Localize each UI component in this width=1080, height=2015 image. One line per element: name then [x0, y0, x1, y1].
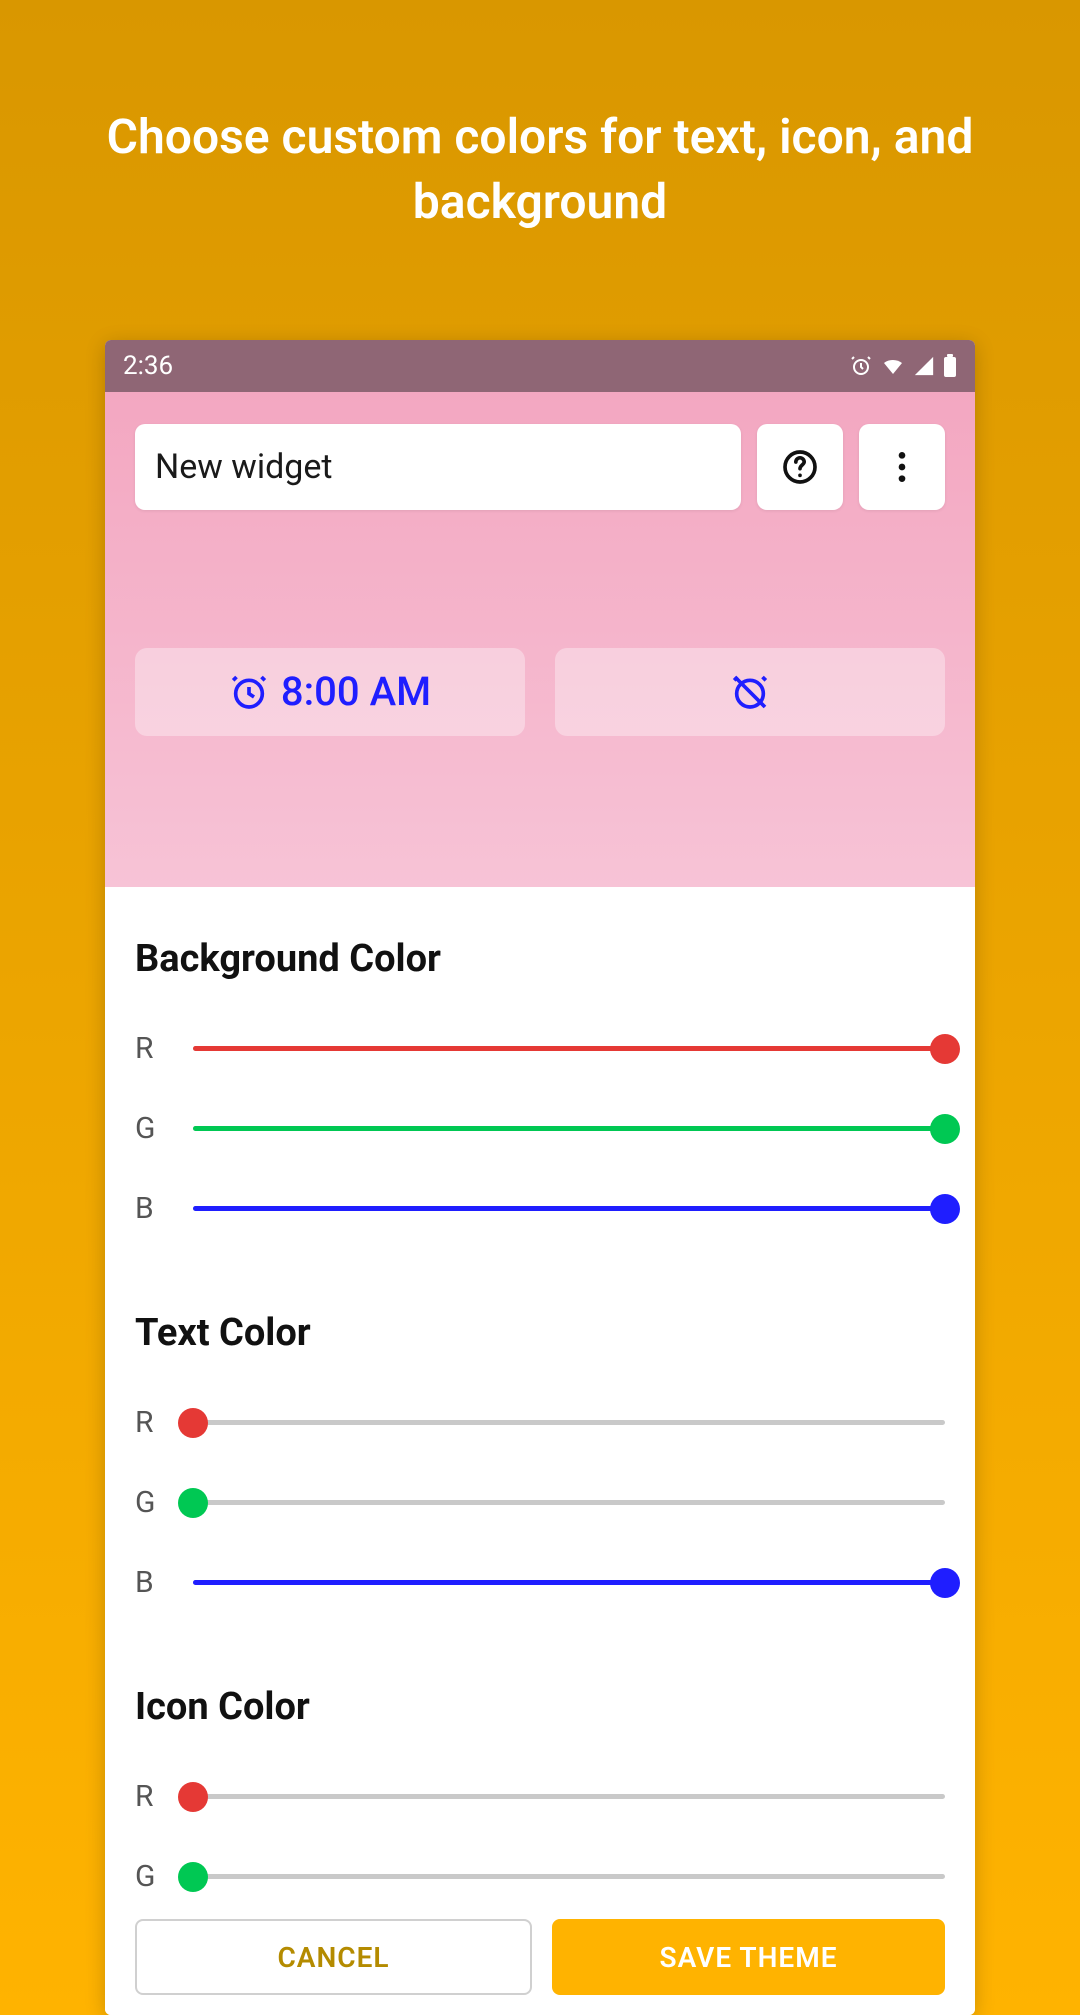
color-slider[interactable] — [193, 1034, 945, 1064]
slider-thumb[interactable] — [930, 1568, 960, 1598]
status-time: 2:36 — [123, 351, 173, 381]
slider-row: G — [135, 1463, 945, 1543]
signal-icon — [913, 355, 935, 377]
color-section: Icon ColorRGB — [135, 1685, 945, 1901]
cancel-button[interactable]: CANCEL — [135, 1919, 532, 1995]
slider-fill — [193, 1206, 945, 1211]
preview-alarm-disabled[interactable] — [555, 648, 945, 736]
color-slider[interactable] — [193, 1408, 945, 1438]
wifi-icon — [881, 354, 905, 378]
slider-thumb[interactable] — [930, 1114, 960, 1144]
save-theme-button[interactable]: SAVE THEME — [552, 1919, 945, 1995]
slider-fill — [193, 1046, 945, 1051]
overflow-button[interactable] — [859, 424, 945, 510]
alarm-icon — [849, 354, 873, 378]
color-section: Text Color R G B — [135, 1311, 945, 1623]
widget-name-input[interactable]: New widget — [135, 424, 741, 510]
status-icons — [849, 354, 957, 378]
slider-label: B — [135, 1191, 159, 1226]
preview-alarm-time: 8:00 AM — [281, 668, 431, 715]
slider-label: R — [135, 1779, 159, 1814]
alarm-off-icon — [730, 672, 770, 712]
slider-label: R — [135, 1405, 159, 1440]
widget-name-value: New widget — [155, 447, 333, 487]
color-slider[interactable] — [193, 1782, 945, 1812]
slider-fill — [193, 1580, 945, 1585]
more-vertical-icon — [882, 447, 922, 487]
color-slider[interactable] — [193, 1862, 945, 1892]
slider-fill — [193, 1126, 945, 1131]
slider-track — [193, 1500, 945, 1505]
status-bar: 2:36 — [105, 340, 975, 392]
section-title: Text Color — [135, 1311, 945, 1355]
slider-row: B — [135, 1543, 945, 1623]
slider-row: R — [135, 1009, 945, 1089]
slider-thumb[interactable] — [178, 1408, 208, 1438]
top-controls: New widget — [135, 424, 945, 510]
slider-label: G — [135, 1111, 159, 1146]
slider-track — [193, 1420, 945, 1425]
slider-thumb[interactable] — [178, 1862, 208, 1892]
color-slider[interactable] — [193, 1488, 945, 1518]
slider-thumb[interactable] — [930, 1034, 960, 1064]
preview-alarm-enabled[interactable]: 8:00 AM — [135, 648, 525, 736]
slider-row: G — [135, 1089, 945, 1169]
battery-icon — [943, 354, 957, 378]
alarm-icon — [229, 672, 269, 712]
slider-row: R — [135, 1383, 945, 1463]
section-title: Background Color — [135, 937, 945, 981]
color-section: Background Color R G B — [135, 937, 945, 1249]
section-title: Icon Color — [135, 1685, 945, 1729]
slider-label: G — [135, 1485, 159, 1520]
widget-preview-row: 8:00 AM — [135, 648, 945, 736]
slider-row: R — [135, 1757, 945, 1837]
preview-area: New widget 8:00 AM — [105, 392, 975, 887]
slider-thumb[interactable] — [178, 1782, 208, 1812]
help-icon — [780, 447, 820, 487]
color-slider[interactable] — [193, 1114, 945, 1144]
settings-panel: Background Color R G B Text Color R G B Icon Col… — [105, 887, 975, 1901]
slider-label: G — [135, 1859, 159, 1894]
help-button[interactable] — [757, 424, 843, 510]
phone-frame: 2:36 New widget 8:00 AM — [105, 340, 975, 2015]
slider-label: R — [135, 1031, 159, 1066]
slider-row: B — [135, 1169, 945, 1249]
slider-row: G — [135, 1837, 945, 1901]
color-slider[interactable] — [193, 1568, 945, 1598]
promo-title: Choose custom colors for text, icon, and… — [0, 105, 1080, 235]
footer-actions: CANCEL SAVE THEME — [105, 1901, 975, 2015]
slider-label: B — [135, 1565, 159, 1600]
color-slider[interactable] — [193, 1194, 945, 1224]
slider-track — [193, 1794, 945, 1799]
slider-thumb[interactable] — [930, 1194, 960, 1224]
slider-thumb[interactable] — [178, 1488, 208, 1518]
slider-track — [193, 1874, 945, 1879]
